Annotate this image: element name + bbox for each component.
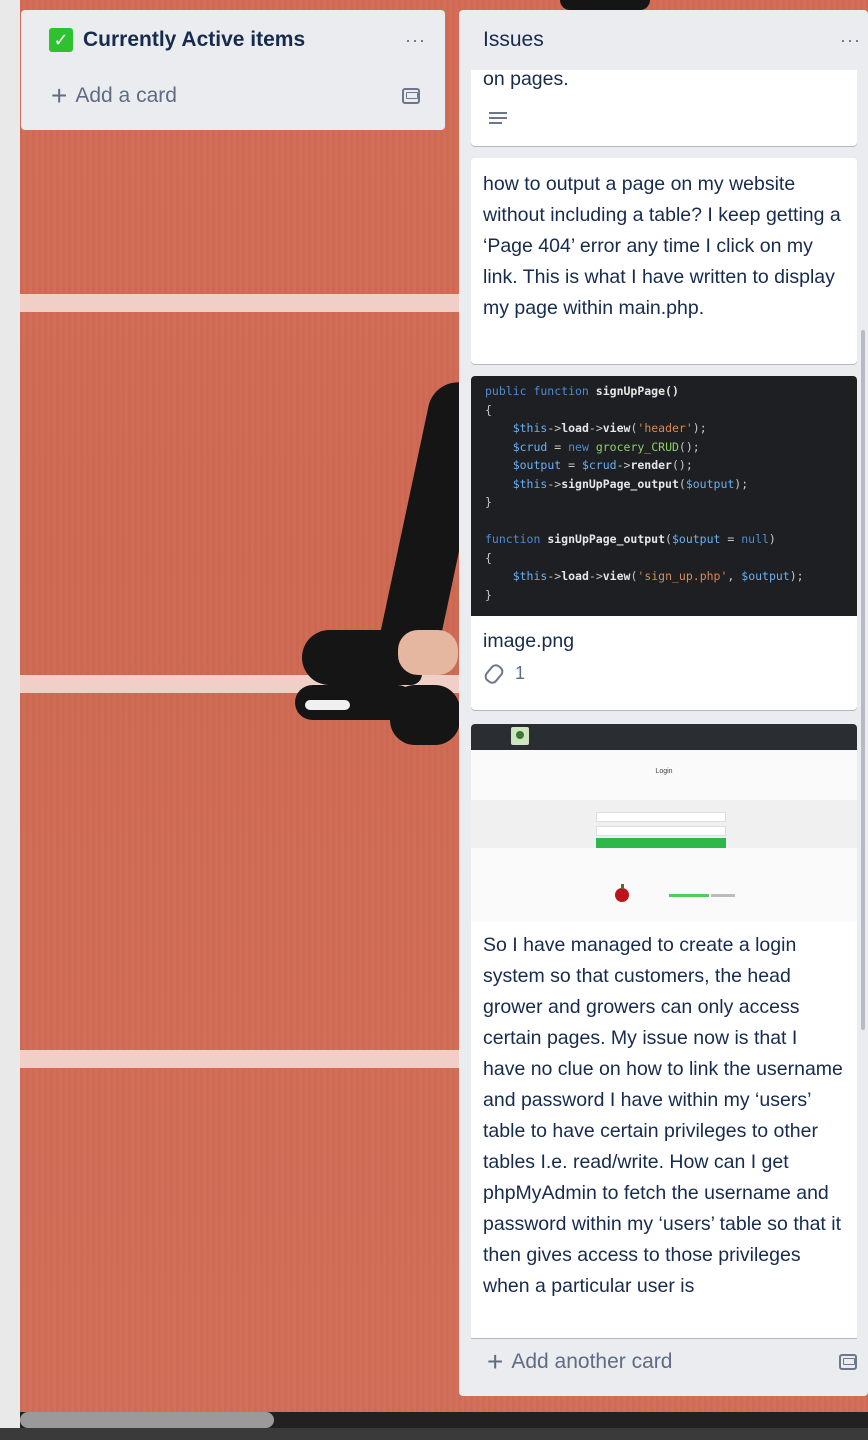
more-icon[interactable]: ··· <box>405 30 426 51</box>
plus-icon: + <box>51 80 68 111</box>
login-header-bar <box>471 724 857 750</box>
card-cover-image: public function signUpPage() { $this->lo… <box>471 376 857 616</box>
list-header[interactable]: Issues <box>483 28 544 52</box>
board-scrollbar-thumb[interactable] <box>20 1412 274 1428</box>
window-left-edge <box>0 0 20 1440</box>
apple-icon <box>615 884 629 902</box>
window-bottom-strip <box>0 1428 868 1440</box>
check-icon: ✓ <box>49 28 73 52</box>
more-icon[interactable]: ··· <box>840 30 861 51</box>
attachment-badge: 1 <box>471 657 857 686</box>
login-title: Login <box>655 768 673 775</box>
list-currently-active: ✓ Currently Active items ··· + Add a car… <box>21 10 445 130</box>
card-title: So I have managed to create a login syst… <box>483 934 843 1297</box>
runner-head <box>560 0 650 10</box>
card[interactable]: public function signUpPage() { $this->lo… <box>471 376 857 710</box>
username-field <box>596 812 726 822</box>
template-icon[interactable] <box>402 88 420 104</box>
footer-link <box>669 894 709 897</box>
card-title: how to output a page on my website witho… <box>483 173 841 319</box>
attachment-count: 1 <box>515 663 526 683</box>
runner-hand <box>398 630 458 675</box>
list-title[interactable]: Issues <box>483 28 544 52</box>
shoe-sole <box>305 700 350 710</box>
list-issues: Issues ··· on pages. how to output a pag… <box>459 10 868 1396</box>
card[interactable]: on pages. <box>471 70 857 146</box>
attachment-icon <box>482 661 506 686</box>
list-scrollbar[interactable] <box>861 330 865 1030</box>
add-card-label: Add a card <box>75 84 177 107</box>
login-button <box>596 838 726 848</box>
logo-icon <box>511 727 529 745</box>
password-field <box>596 826 726 836</box>
card-title: image.png <box>483 630 575 652</box>
add-card-button[interactable]: + Add another card <box>487 1346 673 1377</box>
footer-text <box>711 894 735 897</box>
runner-shorts <box>390 685 460 745</box>
add-card-label: Add another card <box>511 1350 673 1373</box>
add-card-button[interactable]: + Add a card <box>51 80 177 111</box>
plus-icon: + <box>487 1346 504 1377</box>
template-icon[interactable] <box>839 1354 857 1370</box>
list-title[interactable]: Currently Active items <box>83 28 305 52</box>
list-header[interactable]: ✓ Currently Active items <box>49 28 305 52</box>
card[interactable]: Login So I have managed to create a logi… <box>471 724 857 1338</box>
card-cover-image: Login <box>471 724 857 922</box>
card-title: on pages. <box>483 70 569 90</box>
description-icon <box>489 112 507 127</box>
card[interactable]: how to output a page on my website witho… <box>471 158 857 364</box>
